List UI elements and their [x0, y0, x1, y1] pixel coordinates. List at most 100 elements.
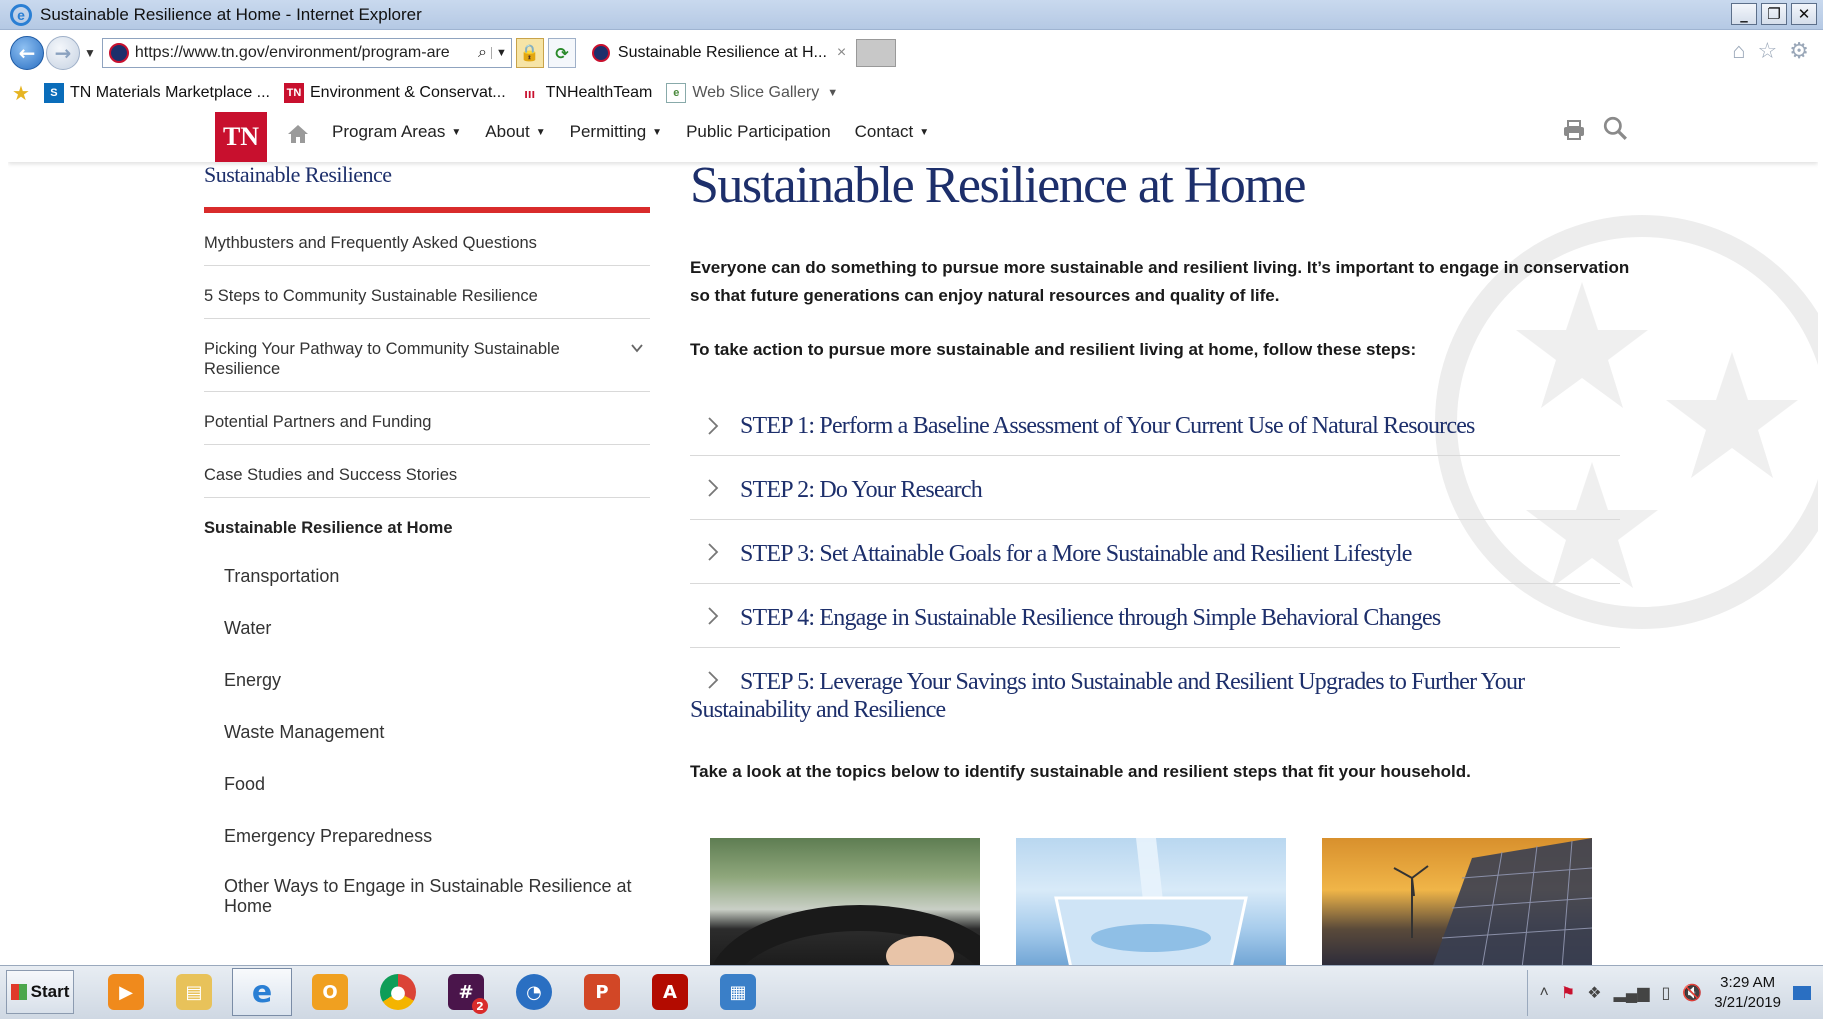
home-icon[interactable]	[286, 122, 310, 146]
address-bar[interactable]: https://www.tn.gov/environment/program-a…	[101, 38, 512, 68]
chevron-down-icon[interactable]	[630, 341, 644, 355]
show-desktop-icon[interactable]	[1793, 986, 1811, 1000]
step-label: STEP 5: Leverage Your Savings into Susta…	[690, 669, 1525, 723]
sidebar-list: Mythbusters and Frequently Asked Questio…	[204, 213, 650, 922]
home-icon[interactable]: ⌂	[1732, 38, 1745, 64]
step-5-accordion[interactable]: STEP 5: Leverage Your Savings into Susta…	[690, 648, 1620, 738]
favorites-bar: ★ S TN Materials Marketplace ... TN Envi…	[0, 76, 1823, 110]
nav-about[interactable]: About ▼	[485, 122, 545, 142]
nav-label: About	[485, 122, 530, 141]
close-window-button[interactable]: ✕	[1791, 3, 1817, 25]
nav-permitting[interactable]: Permitting ▼	[570, 122, 662, 142]
screen: e Sustainable Resilience at Home - Inter…	[0, 0, 1823, 1019]
chevron-down-icon: ▼	[827, 87, 839, 99]
history-dropdown-icon[interactable]: ▼	[84, 46, 96, 60]
window-title: Sustainable Resilience at Home - Interne…	[40, 4, 422, 24]
sidebar-subitem-other-ways[interactable]: Other Ways to Engage in Sustainable Resi…	[204, 862, 650, 922]
sidebar-item-5-steps[interactable]: 5 Steps to Community Sustainable Resilie…	[204, 266, 650, 319]
messenger-icon[interactable]: ◔	[504, 968, 564, 1016]
step-4-accordion[interactable]: STEP 4: Engage in Sustainable Resilience…	[690, 584, 1620, 648]
slack-icon[interactable]: #2	[436, 968, 496, 1016]
nav-contact[interactable]: Contact ▼	[855, 122, 930, 142]
nav-public-participation[interactable]: Public Participation	[686, 122, 831, 142]
print-icon[interactable]	[1562, 116, 1586, 144]
favorite-label: Web Slice Gallery	[692, 84, 820, 101]
clock-time: 3:29 AM	[1720, 974, 1776, 991]
sidebar-subitem-waste-management[interactable]: Waste Management	[204, 706, 650, 758]
steering-wheel-image	[712, 905, 980, 965]
sidebar-item-mythbusters[interactable]: Mythbusters and Frequently Asked Questio…	[204, 213, 650, 266]
favorites-star-icon[interactable]: ☆	[1758, 38, 1778, 64]
step-label: STEP 3: Set Attainable Goals for a More …	[740, 541, 1412, 567]
nav-program-areas[interactable]: Program Areas ▼	[332, 122, 461, 142]
sidebar-item-partners-funding[interactable]: Potential Partners and Funding	[204, 392, 650, 445]
energy-thumbnail[interactable]	[1322, 838, 1592, 965]
settings-gear-icon[interactable]: ⚙	[1789, 38, 1809, 64]
clock-date: 3/21/2019	[1714, 994, 1781, 1011]
browser-tab[interactable]: Sustainable Resilience at H... ×	[584, 38, 854, 68]
photo-viewer-icon[interactable]: ▦	[708, 968, 768, 1016]
acrobat-icon[interactable]: A	[640, 968, 700, 1016]
tab-title: Sustainable Resilience at H...	[617, 44, 827, 61]
favorites-star-icon[interactable]: ★	[12, 81, 30, 106]
sidebar-subitem-energy[interactable]: Energy	[204, 654, 650, 706]
forward-button[interactable]: →	[46, 36, 80, 70]
minimize-button[interactable]: _	[1731, 3, 1757, 25]
power-icon[interactable]: ▯	[1662, 983, 1671, 1003]
lock-icon[interactable]: 🔒	[515, 38, 544, 68]
search-icon[interactable]	[1602, 114, 1628, 142]
sidebar-item-picking-pathway[interactable]: Picking Your Pathway to Community Sustai…	[204, 319, 650, 392]
sidebar-subitem-water[interactable]: Water	[204, 602, 650, 654]
tn-logo[interactable]: TN	[215, 112, 267, 162]
sidebar-subitem-transportation[interactable]: Transportation	[204, 550, 650, 602]
chevron-right-icon	[708, 543, 719, 561]
new-tab-button[interactable]	[856, 39, 897, 67]
chevron-right-icon	[708, 479, 719, 497]
tn-seal-icon	[108, 43, 129, 63]
nav-label: Program Areas	[332, 122, 446, 141]
sidebar-item-at-home[interactable]: Sustainable Resilience at Home	[204, 498, 650, 550]
internet-explorer-icon[interactable]: e	[232, 968, 292, 1016]
step-3-accordion[interactable]: STEP 3: Set Attainable Goals for a More …	[690, 520, 1620, 584]
sidebar-subitem-food[interactable]: Food	[204, 758, 650, 810]
favorite-link[interactable]: S TN Materials Marketplace ...	[43, 83, 270, 103]
address-url[interactable]: https://www.tn.gov/environment/program-a…	[135, 44, 474, 62]
media-player-icon[interactable]: ▶	[96, 968, 156, 1016]
water-thumbnail[interactable]	[1016, 838, 1286, 965]
step-2-accordion[interactable]: STEP 2: Do Your Research	[690, 456, 1620, 520]
address-dropdown-icon[interactable]: ▼	[491, 47, 511, 59]
powerpoint-icon[interactable]: P	[572, 968, 632, 1016]
network-signal-icon[interactable]: ▂▄▆	[1614, 983, 1650, 1003]
favorite-link[interactable]: e Web Slice Gallery ▼	[666, 83, 838, 103]
search-icon[interactable]: ⌕	[478, 44, 487, 62]
start-label: Start	[30, 982, 70, 1001]
clock[interactable]: 3:29 AM 3/21/2019	[1714, 973, 1781, 1013]
internet-explorer-icon: e	[10, 3, 32, 26]
back-button[interactable]: ←	[10, 36, 44, 70]
tab-close-icon[interactable]: ×	[837, 44, 846, 62]
volume-muted-icon[interactable]: 🔇	[1682, 983, 1702, 1003]
topic-thumbnails	[710, 838, 1592, 965]
sidebar-item-case-studies[interactable]: Case Studies and Success Stories	[204, 445, 650, 498]
start-button[interactable]: Start	[6, 970, 74, 1014]
file-explorer-icon[interactable]: ▤	[164, 968, 224, 1016]
sidebar-subitem-emergency-preparedness[interactable]: Emergency Preparedness	[204, 810, 650, 862]
dropbox-icon[interactable]: ❖	[1587, 983, 1601, 1003]
step-1-accordion[interactable]: STEP 1: Perform a Baseline Assessment of…	[690, 396, 1620, 456]
taskbar-apps: ▶ ▤ e O ● #2 ◔ P A ▦	[96, 968, 768, 1016]
address-row: ← → ▼ https://www.tn.gov/environment/pro…	[0, 30, 1823, 76]
show-hidden-icons-icon[interactable]: ˄	[1540, 984, 1549, 1002]
favorite-link[interactable]: ııı TNHealthTeam	[520, 83, 652, 103]
transportation-thumbnail[interactable]	[710, 838, 980, 965]
web-page: TN Program Areas ▼ About ▼ Permitting ▼ Pub…	[8, 110, 1818, 965]
taskbar: Start ▶ ▤ e O ● #2 ◔ P A ▦ ˄ ⚑ ❖ ▂▄▆ ▯ 🔇…	[0, 965, 1823, 1019]
page-title: Sustainable Resilience at Home	[690, 157, 1306, 214]
refresh-button[interactable]: ⟳	[547, 38, 576, 68]
restore-button[interactable]: ❐	[1761, 3, 1787, 25]
topics-paragraph: Take a look at the topics below to ident…	[690, 762, 1471, 781]
favorite-link[interactable]: TN Environment & Conservat...	[284, 83, 506, 103]
chrome-icon[interactable]: ●	[368, 968, 428, 1016]
action-center-flag-icon[interactable]: ⚑	[1561, 983, 1575, 1003]
outlook-icon[interactable]: O	[300, 968, 360, 1016]
sidebar-title[interactable]: Sustainable Resilience	[204, 162, 392, 188]
